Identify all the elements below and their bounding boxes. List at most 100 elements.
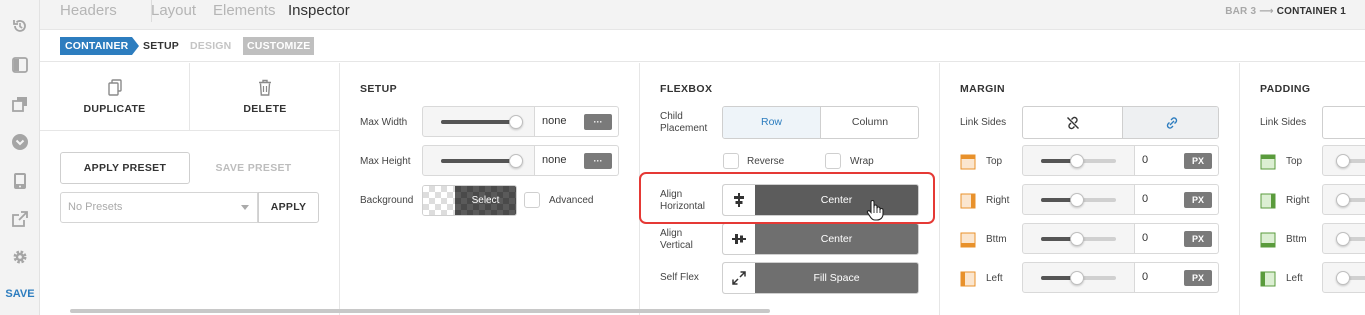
- slider-knob[interactable]: [509, 115, 523, 129]
- margin-bottom-icon: [960, 232, 976, 248]
- breadcrumb-current: CONTAINER 1: [1276, 6, 1346, 17]
- breadcrumb-parent[interactable]: BAR 3: [1225, 6, 1256, 17]
- unlink-icon[interactable]: [1023, 107, 1122, 138]
- max-height-field[interactable]: none ···: [535, 145, 619, 176]
- link-icon[interactable]: [1122, 107, 1218, 138]
- max-width-field[interactable]: none ···: [535, 106, 619, 137]
- align-horizontal-select[interactable]: Center: [722, 184, 919, 216]
- padding-right-slider[interactable]: [1322, 184, 1365, 215]
- external-link-icon[interactable]: [10, 209, 30, 229]
- margin-top-slider[interactable]: [1022, 145, 1135, 176]
- duplicate-button[interactable]: DUPLICATE: [40, 63, 190, 131]
- breadcrumb-arrow: ⟶: [1259, 6, 1274, 17]
- margin-bottom-field[interactable]: 0 PX: [1135, 223, 1219, 254]
- horizontal-scrollbar[interactable]: [70, 309, 770, 313]
- slider-knob[interactable]: [1336, 271, 1351, 285]
- align-vertical-select[interactable]: Center: [722, 223, 919, 255]
- advanced-label: Advanced: [549, 195, 594, 206]
- padding-link-sides-toggle[interactable]: [1322, 106, 1365, 139]
- actions-panel: DUPLICATE DELETE APPLY PRESET SAVE PRESE…: [40, 63, 340, 315]
- margin-right-field[interactable]: 0 PX: [1135, 184, 1219, 215]
- row-option[interactable]: Row: [723, 107, 821, 138]
- margin-left-field[interactable]: 0 PX: [1135, 262, 1219, 293]
- apply-button[interactable]: APPLY: [258, 192, 319, 223]
- panel-icon[interactable]: [10, 55, 30, 75]
- reverse-checkbox[interactable]: [723, 153, 739, 169]
- max-width-value: none: [542, 115, 567, 127]
- padding-bottom-icon: [1260, 232, 1276, 248]
- hand-cursor-icon: [866, 199, 884, 226]
- self-flex-select[interactable]: Fill Space: [722, 262, 919, 294]
- apply-preset-button[interactable]: APPLY PRESET: [60, 152, 190, 184]
- child-placement-label: Child Placement: [660, 111, 708, 134]
- background-select-button[interactable]: Select: [455, 186, 516, 215]
- wrap-checkbox[interactable]: [825, 153, 841, 169]
- history-icon[interactable]: [10, 16, 30, 36]
- slider-knob[interactable]: [1070, 232, 1084, 246]
- top-navigation: Headers Layout Elements Inspector BAR 3 …: [40, 0, 1365, 30]
- delete-button[interactable]: DELETE: [190, 63, 340, 131]
- padding-left-slider[interactable]: [1322, 262, 1365, 293]
- tab-design[interactable]: DESIGN: [190, 37, 231, 55]
- margin-top-unit[interactable]: PX: [1184, 153, 1212, 169]
- padding-top-slider[interactable]: [1322, 145, 1365, 176]
- tab-setup[interactable]: SETUP: [143, 37, 179, 55]
- max-height-more-button[interactable]: ···: [584, 153, 612, 169]
- slider-knob[interactable]: [1070, 154, 1084, 168]
- padding-bottom-slider[interactable]: [1322, 223, 1365, 254]
- setup-panel: SETUP Max Width none ··· Max Height none…: [340, 63, 640, 315]
- slider-knob[interactable]: [1336, 232, 1351, 246]
- slider-knob[interactable]: [509, 154, 523, 168]
- padding-top-icon: [1260, 154, 1276, 170]
- margin-left-unit[interactable]: PX: [1184, 270, 1212, 286]
- margin-left-icon: [960, 271, 976, 287]
- slider-knob[interactable]: [1070, 193, 1084, 207]
- slider-knob[interactable]: [1336, 154, 1351, 168]
- margin-bottom-unit[interactable]: PX: [1184, 231, 1212, 247]
- margin-right-unit[interactable]: PX: [1184, 192, 1212, 208]
- preset-select[interactable]: No Presets: [60, 192, 258, 223]
- tab-elements[interactable]: Elements: [213, 2, 276, 19]
- max-height-value: none: [542, 154, 567, 166]
- duplicate-delete-row: DUPLICATE DELETE: [40, 63, 340, 131]
- slider-knob[interactable]: [1070, 271, 1084, 285]
- padding-right-label: Right: [1286, 195, 1310, 206]
- tab-customize[interactable]: CUSTOMIZE: [243, 37, 315, 55]
- save-preset-button[interactable]: SAVE PRESET: [200, 152, 307, 184]
- margin-top-value: 0: [1142, 154, 1149, 166]
- margin-left-slider[interactable]: [1022, 262, 1135, 293]
- slider-track: [1041, 193, 1116, 207]
- padding-bottom-label: Bttm: [1286, 234, 1307, 245]
- layers-icon[interactable]: [10, 94, 30, 114]
- align-horizontal-label: Align Horizontal: [660, 189, 706, 212]
- padding-right-icon: [1260, 193, 1276, 209]
- padding-top-label: Top: [1286, 156, 1303, 167]
- gear-icon[interactable]: [10, 247, 30, 267]
- left-rail: SAVE: [0, 0, 40, 315]
- tab-layout[interactable]: Layout: [151, 2, 196, 19]
- column-option[interactable]: Column: [821, 107, 918, 138]
- save-button[interactable]: SAVE: [0, 288, 40, 300]
- margin-right-slider[interactable]: [1022, 184, 1135, 215]
- background-picker[interactable]: Select: [422, 185, 517, 216]
- chevron-down-icon: [241, 205, 249, 210]
- device-icon[interactable]: [10, 171, 30, 191]
- slider-track: [1336, 271, 1365, 285]
- max-width-slider[interactable]: [422, 106, 535, 137]
- margin-bottom-slider[interactable]: [1022, 223, 1135, 254]
- advanced-checkbox[interactable]: [524, 192, 540, 208]
- max-height-slider[interactable]: [422, 145, 535, 176]
- max-width-label: Max Width: [360, 117, 408, 128]
- expand-icon: [723, 263, 755, 293]
- margin-top-field[interactable]: 0 PX: [1135, 145, 1219, 176]
- margin-panel: MARGIN Link Sides Top 0 PX Right 0 PX Bt…: [940, 63, 1240, 315]
- slider-knob[interactable]: [1336, 193, 1351, 207]
- container-badge: CONTAINER: [60, 37, 140, 55]
- tab-headers[interactable]: Headers: [60, 2, 117, 19]
- max-height-label: Max Height: [360, 156, 411, 167]
- align-horizontal-value: Center: [820, 194, 853, 206]
- tab-inspector[interactable]: Inspector: [288, 2, 350, 19]
- duplicate-icon: [107, 79, 123, 97]
- max-width-more-button[interactable]: ···: [584, 114, 612, 130]
- chevron-circle-icon[interactable]: [10, 132, 30, 152]
